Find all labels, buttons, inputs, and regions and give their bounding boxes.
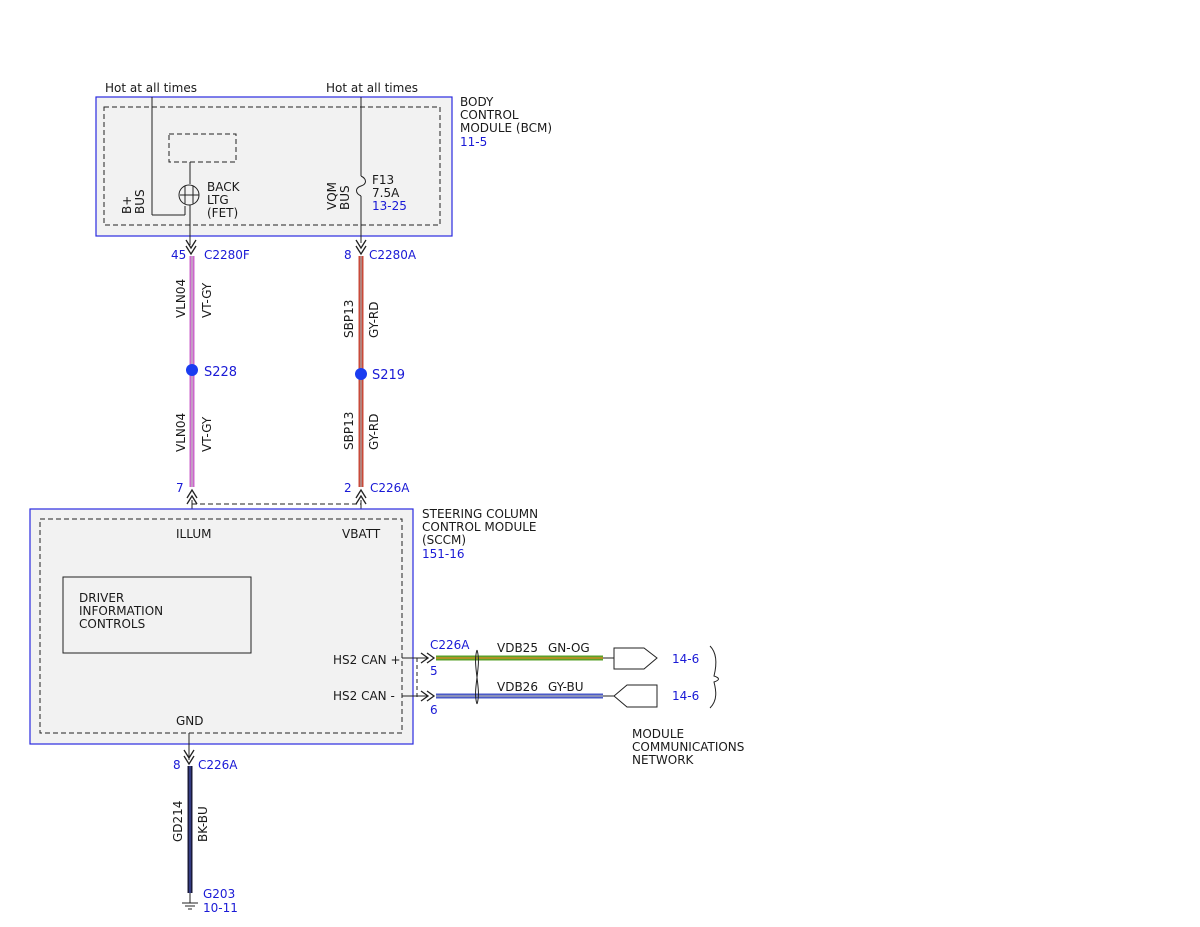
bcm-module: [95, 96, 453, 237]
fuse-rating: 7.5A: [372, 186, 400, 200]
sccm-name-2: CONTROL MODULE: [422, 520, 537, 534]
wire-sbp13-circuit-2: SBP13: [342, 412, 356, 450]
splice-s228-label: S228: [204, 365, 237, 380]
power-label-left: Hot at all times: [105, 81, 197, 95]
pin-c2280a: 8: [344, 248, 352, 262]
fet-label-1: BACK: [207, 180, 241, 194]
splice-s219: [355, 368, 367, 380]
pin-label-hs2-can-plus: HS2 CAN +: [333, 653, 401, 667]
pin-label-gnd: GND: [176, 714, 204, 728]
ground-icon: [182, 893, 198, 910]
network-label-2: COMMUNICATIONS: [632, 740, 744, 754]
pin-c2280f: 45: [171, 248, 186, 262]
splice-s219-label: S219: [372, 368, 405, 383]
connector-c226a-gnd: C226A: [198, 758, 238, 772]
network-label-3: NETWORK: [632, 753, 695, 767]
connector-c2280a: C2280A: [369, 248, 417, 262]
wire-vln04-circuit-1: VLN04: [174, 279, 188, 318]
wire-sbp13-circuit-1: SBP13: [342, 300, 356, 338]
wire-vdb26-color: GY-BU: [548, 680, 584, 694]
bcm-ref: 11-5: [460, 135, 487, 149]
pin-can-minus: 6: [430, 703, 438, 717]
wire-vdb26-circuit: VDB26: [497, 680, 538, 694]
wire-vln04-color-2: VT-GY: [200, 416, 214, 452]
inner-box-line-3: CONTROLS: [79, 617, 145, 631]
wire-gd214-circuit: GD214: [171, 801, 185, 842]
pin-vbatt: 2: [344, 481, 352, 495]
wire-vln04-circuit-2: VLN04: [174, 413, 188, 452]
connector-arrow-c2280f: [185, 239, 197, 256]
bcm-name-3: MODULE (BCM): [460, 121, 552, 135]
pin-label-vbatt: VBATT: [342, 527, 381, 541]
wire-vdb25-circuit: VDB25: [497, 641, 538, 655]
pin-illum: 7: [176, 481, 184, 495]
pin-label-illum: ILLUM: [176, 527, 211, 541]
sccm-name-1: STEERING COLUMN: [422, 507, 538, 521]
bcm-name-2: CONTROL: [460, 108, 519, 122]
connector-c2280f: C2280F: [204, 248, 250, 262]
pin-label-hs2-can-minus: HS2 CAN -: [333, 689, 395, 703]
ground-ref: 10-11: [203, 901, 238, 915]
power-label-right: Hot at all times: [326, 81, 418, 95]
off-page-arrow-right: [613, 647, 658, 670]
wire-vdb25-color: GN-OG: [548, 641, 590, 655]
wire-vln04-color-1: VT-GY: [200, 282, 214, 318]
vqm-bus-2: BUS: [338, 185, 352, 210]
network-brace-icon: [709, 645, 719, 709]
wire-sbp13-color-2: GY-RD: [367, 413, 381, 450]
network-ref-minus: 14-6: [672, 689, 699, 703]
wiring-diagram: Hot at all times Hot at all times BODY C…: [29, 81, 744, 915]
pin-can-plus: 5: [430, 664, 438, 678]
inner-box-line-2: INFORMATION: [79, 604, 163, 618]
fet-label-3: (FET): [207, 206, 238, 220]
inner-box-line-1: DRIVER: [79, 591, 124, 605]
network-ref-plus: 14-6: [672, 652, 699, 666]
wire-gd214-color: BK-BU: [196, 806, 210, 842]
vqm-bus-1: VQM: [325, 182, 339, 210]
connector-c226a-top: C226A: [370, 481, 410, 495]
fuse-name: F13: [372, 173, 394, 187]
splice-s228: [186, 364, 198, 376]
ground-name: G203: [203, 887, 235, 901]
fuse-ref: 13-25: [372, 199, 407, 213]
sccm-name-3: (SCCM): [422, 533, 466, 547]
bplus-bus-1: B+: [120, 196, 134, 214]
off-page-arrow-left: [613, 684, 658, 708]
bcm-name-1: BODY: [460, 95, 494, 109]
pin-gnd: 8: [173, 758, 181, 772]
connector-c226a-can: C226A: [430, 638, 470, 652]
fet-label-2: LTG: [207, 193, 229, 207]
network-label-1: MODULE: [632, 727, 684, 741]
sccm-ref: 151-16: [422, 547, 465, 561]
bplus-bus-2: BUS: [133, 189, 147, 214]
wire-sbp13-color-1: GY-RD: [367, 301, 381, 338]
